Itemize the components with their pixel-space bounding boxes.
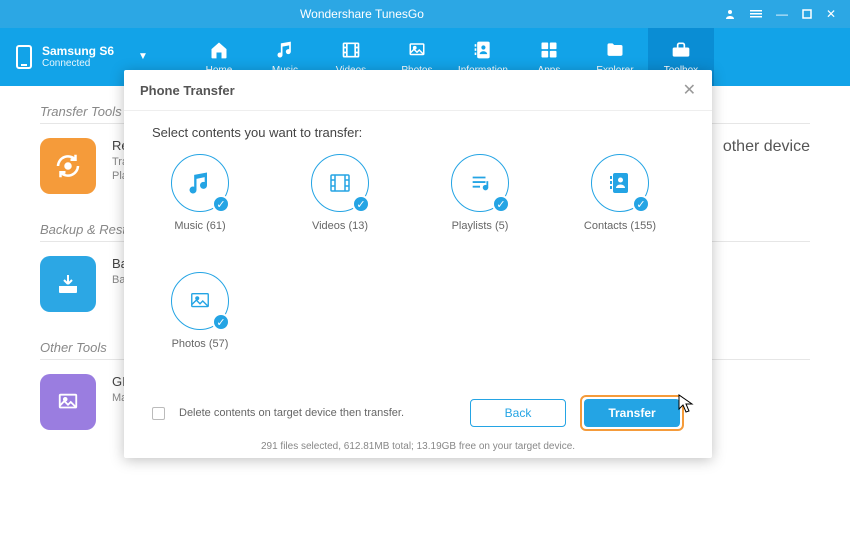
category-label: Playlists (5) bbox=[452, 220, 509, 232]
check-icon: ✓ bbox=[632, 195, 650, 213]
device-name: Samsung S6 bbox=[42, 44, 114, 58]
delete-label: Delete contents on target device then tr… bbox=[179, 407, 456, 419]
back-button[interactable]: Back bbox=[470, 399, 566, 427]
film-icon bbox=[338, 39, 364, 61]
category-videos[interactable]: ✓ Videos (13) bbox=[300, 154, 380, 232]
close-button[interactable]: ✕ bbox=[826, 7, 836, 21]
transfer-button[interactable]: Transfer bbox=[584, 399, 680, 427]
category-photos[interactable]: ✓ Photos (57) bbox=[160, 272, 240, 350]
toolbox-icon bbox=[668, 39, 694, 61]
app-title: Wondershare TunesGo bbox=[0, 7, 724, 21]
modal-prompt: Select contents you want to transfer: bbox=[152, 125, 684, 140]
category-label: Contacts (155) bbox=[584, 220, 656, 232]
category-playlists[interactable]: ✓ Playlists (5) bbox=[440, 154, 520, 232]
title-bar: Wondershare TunesGo — ✕ bbox=[0, 0, 850, 28]
category-contacts[interactable]: ✓ Contacts (155) bbox=[580, 154, 660, 232]
category-label: Music (61) bbox=[174, 220, 225, 232]
rebuild-icon bbox=[40, 138, 96, 194]
transfer-button-highlight: Transfer bbox=[580, 395, 684, 431]
menu-icon[interactable] bbox=[750, 8, 762, 20]
maximize-button[interactable] bbox=[802, 9, 812, 19]
chevron-down-icon: ▼ bbox=[138, 51, 148, 62]
contacts-icon bbox=[470, 39, 496, 61]
check-icon: ✓ bbox=[212, 195, 230, 213]
status-line: 291 files selected, 612.81MB total; 13.1… bbox=[124, 441, 712, 458]
folder-icon bbox=[602, 39, 628, 61]
modal-title: Phone Transfer bbox=[140, 83, 235, 98]
music-icon bbox=[272, 39, 298, 61]
window-controls: — ✕ bbox=[724, 7, 850, 21]
delete-checkbox[interactable] bbox=[152, 407, 165, 420]
close-icon[interactable]: ✕ bbox=[683, 80, 696, 100]
phone-icon bbox=[16, 45, 32, 69]
modal-body: Select contents you want to transfer: ✓ … bbox=[124, 111, 712, 387]
check-icon: ✓ bbox=[352, 195, 370, 213]
minimize-button[interactable]: — bbox=[776, 7, 788, 21]
category-label: Videos (13) bbox=[312, 220, 368, 232]
category-grid: ✓ Music (61) ✓ Videos (13) ✓ Playlists (… bbox=[160, 154, 684, 350]
check-icon: ✓ bbox=[212, 313, 230, 331]
image-icon bbox=[404, 39, 430, 61]
device-status: Connected bbox=[42, 58, 114, 70]
phone-transfer-modal: Phone Transfer ✕ Select contents you wan… bbox=[124, 70, 712, 458]
check-icon: ✓ bbox=[492, 195, 510, 213]
modal-header: Phone Transfer ✕ bbox=[124, 70, 712, 111]
backup-icon bbox=[40, 256, 96, 312]
gif-icon bbox=[40, 374, 96, 430]
device-selector[interactable]: Samsung S6 Connected ▼ bbox=[0, 44, 166, 70]
user-icon[interactable] bbox=[724, 8, 736, 20]
modal-footer: Delete contents on target device then tr… bbox=[124, 387, 712, 441]
other-device-label: other device bbox=[723, 138, 810, 156]
apps-icon bbox=[536, 39, 562, 61]
category-music[interactable]: ✓ Music (61) bbox=[160, 154, 240, 232]
category-label: Photos (57) bbox=[172, 338, 229, 350]
home-icon bbox=[206, 39, 232, 61]
